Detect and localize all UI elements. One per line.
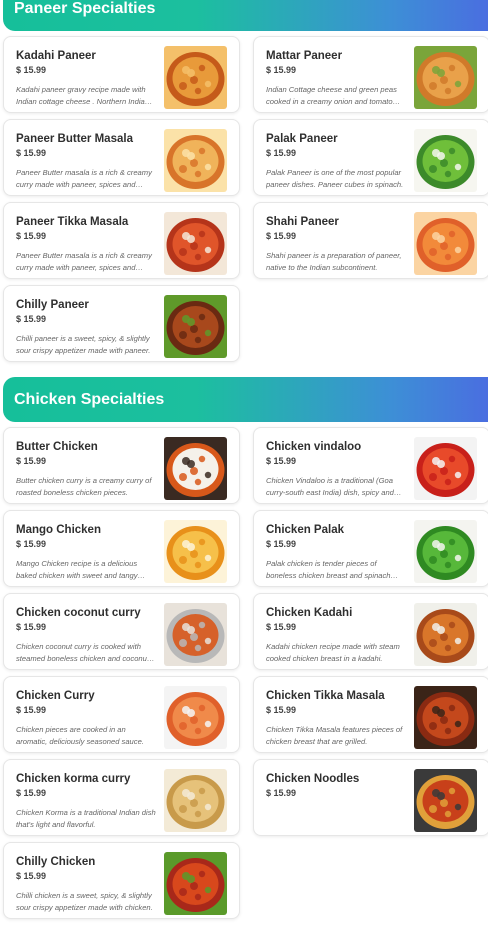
menu-item-card[interactable]: Palak Paneer $ 15.99 Palak Paneer is one o…: [253, 119, 488, 196]
menu-item-name: Chilly Chicken: [16, 856, 96, 868]
menu-item-card[interactable]: Chilly Chicken $ 15.99 Chilli chicken is a…: [3, 842, 240, 919]
menu-item-card[interactable]: Chicken Palak $ 15.99 Palak chicken is ten…: [253, 510, 488, 587]
chicken-kadahi-image: [414, 603, 477, 666]
menu-item-price: $ 15.99: [16, 314, 47, 324]
menu-item-name: Chicken Curry: [16, 690, 95, 702]
menu-item-card[interactable]: Chicken Kadahi $ 15.99 Kadahi chicken reci…: [253, 593, 488, 670]
menu-item-card[interactable]: Chicken vindaloo $ 15.99 Chicken Vindaloo …: [253, 427, 488, 504]
menu-item-description: Paneer Butter masala is a rich & creamy …: [16, 251, 152, 272]
menu-item-name: Chicken Noodles: [266, 773, 360, 785]
menu-item-card[interactable]: Butter Chicken $ 15.99 Butter chicken curr…: [3, 427, 240, 504]
menu-item-price: $ 15.99: [266, 622, 297, 632]
menu-item-description: Kadahi paneer gravy recipe made with Ind…: [16, 85, 149, 106]
menu-item-name: Chicken coconut curry: [16, 607, 141, 619]
menu-item-description: Chilli paneer is a sweet, spicy, & sligh…: [16, 334, 151, 355]
menu-item-description: Chilli chicken is a sweet, spicy, & slig…: [16, 891, 153, 912]
mango-chicken-image: [164, 520, 227, 583]
menu-item-price: $ 15.99: [16, 622, 47, 632]
menu-item-price: $ 15.99: [16, 456, 47, 466]
menu-item-name: Palak Paneer: [266, 133, 338, 145]
menu-item-card[interactable]: Mattar Paneer $ 15.99 Indian Cottage chees…: [253, 36, 488, 113]
menu-item-card[interactable]: Kadahi Paneer $ 15.99 Kadahi paneer gravy …: [3, 36, 240, 113]
palak-paneer-image: [414, 129, 477, 192]
menu-item-name: Chicken korma curry: [16, 773, 131, 785]
menu-item-name: Chicken Palak: [266, 524, 344, 536]
menu-item-description: Shahi paneer is a preparation of paneer,…: [266, 251, 402, 272]
menu-item-description: Chicken coconut curry is cooked with ste…: [16, 642, 149, 663]
menu-item-name: Kadahi Paneer: [16, 50, 96, 62]
menu-item-price: $ 15.99: [16, 539, 47, 549]
menu-item-description: Butter chicken curry is a creamy curry o…: [16, 476, 152, 497]
menu-item-price: $ 15.99: [16, 231, 47, 241]
kadahi-paneer-image: [164, 46, 227, 109]
menu-item-price: $ 15.99: [266, 456, 297, 466]
menu-item-price: $ 15.99: [16, 705, 47, 715]
menu-item-description: Palak Paneer is one of the most popular …: [266, 168, 404, 189]
menu-item-name: Chilly Paneer: [16, 299, 89, 311]
menu-item-price: $ 15.99: [16, 65, 47, 75]
menu-item-name: Chicken Tikka Masala: [266, 690, 385, 702]
menu-item-card[interactable]: Shahi Paneer $ 15.99 Shahi paneer is a pre…: [253, 202, 488, 279]
shahi-paneer-image: [414, 212, 477, 275]
section-title: Paneer Specialties: [3, 0, 488, 31]
menu-item-price: $ 15.99: [266, 148, 297, 158]
menu-item-card[interactable]: Mango Chicken $ 15.99 Mango Chicken recipe…: [3, 510, 240, 587]
chilly-chicken-image: [164, 852, 227, 915]
chicken-korma-curry-image: [164, 769, 227, 832]
menu-item-card[interactable]: Paneer Tikka Masala $ 15.99 Paneer Butter …: [3, 202, 240, 279]
menu-item-card[interactable]: Chicken Tikka Masala $ 15.99 Chicken Tikka…: [253, 676, 488, 753]
menu-item-name: Paneer Butter Masala: [16, 133, 133, 145]
chilly-paneer-image: [164, 295, 227, 358]
butter-chicken-image: [164, 437, 227, 500]
chicken-vindaloo-image: [414, 437, 477, 500]
menu-item-description: Kadahi chicken recipe made with steam co…: [266, 642, 400, 663]
menu-item-price: $ 15.99: [266, 65, 297, 75]
menu-item-card[interactable]: Chicken Curry $ 15.99 Chicken pieces are c…: [3, 676, 240, 753]
menu-item-card[interactable]: Chicken coconut curry $ 15.99 Chicken coco…: [3, 593, 240, 670]
menu-item-name: Paneer Tikka Masala: [16, 216, 129, 228]
section-title: Chicken Specialties: [3, 377, 488, 422]
menu-item-description: Paneer Butter masala is a rich & creamy …: [16, 168, 152, 189]
menu-item-price: $ 15.99: [266, 788, 297, 798]
menu-item-description: Mango Chicken recipe is a delicious bake…: [16, 559, 138, 580]
menu-item-name: Shahi Paneer: [266, 216, 339, 228]
chicken-noodles-image: [414, 769, 477, 832]
menu-item-card[interactable]: Paneer Butter Masala $ 15.99 Paneer Butter…: [3, 119, 240, 196]
chicken-palak-image: [414, 520, 477, 583]
menu-item-name: Chicken Kadahi: [266, 607, 353, 619]
menu-item-price: $ 15.99: [16, 148, 47, 158]
menu-item-description: Chicken Tikka Masala features pieces of …: [266, 725, 403, 746]
chicken-coconut-curry-image: [164, 603, 227, 666]
menu-item-card[interactable]: Chilly Paneer $ 15.99 Chilli paneer is a s…: [3, 285, 240, 362]
menu-item-name: Mattar Paneer: [266, 50, 343, 62]
menu-item-price: $ 15.99: [266, 231, 297, 241]
menu-item-description: Indian Cottage cheese and green peas coo…: [266, 85, 397, 106]
menu-item-description: Chicken pieces are cooked in an aromatic…: [16, 725, 144, 746]
paneer-butter-masala-image: [164, 129, 227, 192]
menu-item-description: Chicken Korma is a traditional Indian di…: [16, 808, 156, 829]
menu-item-price: $ 15.99: [16, 788, 47, 798]
chicken-tikka-masala-image: [414, 686, 477, 749]
menu-item-description: Chicken Vindaloo is a traditional (Goa c…: [266, 476, 394, 497]
menu-item-card[interactable]: Chicken Noodles $ 15.99: [253, 759, 488, 836]
menu-item-price: $ 15.99: [266, 705, 297, 715]
menu-item-name: Mango Chicken: [16, 524, 101, 536]
paneer-tikka-masala-image: [164, 212, 227, 275]
menu-item-price: $ 15.99: [266, 539, 297, 549]
menu-item-description: Palak chicken is tender pieces of bonele…: [266, 559, 391, 580]
menu-item-name: Chicken vindaloo: [266, 441, 362, 453]
menu-item-price: $ 15.99: [16, 871, 47, 881]
menu-item-card[interactable]: Chicken korma curry $ 15.99 Chicken Korma …: [3, 759, 240, 836]
mattar-paneer-image: [414, 46, 477, 109]
menu-item-name: Butter Chicken: [16, 441, 98, 453]
chicken-curry-image: [164, 686, 227, 749]
